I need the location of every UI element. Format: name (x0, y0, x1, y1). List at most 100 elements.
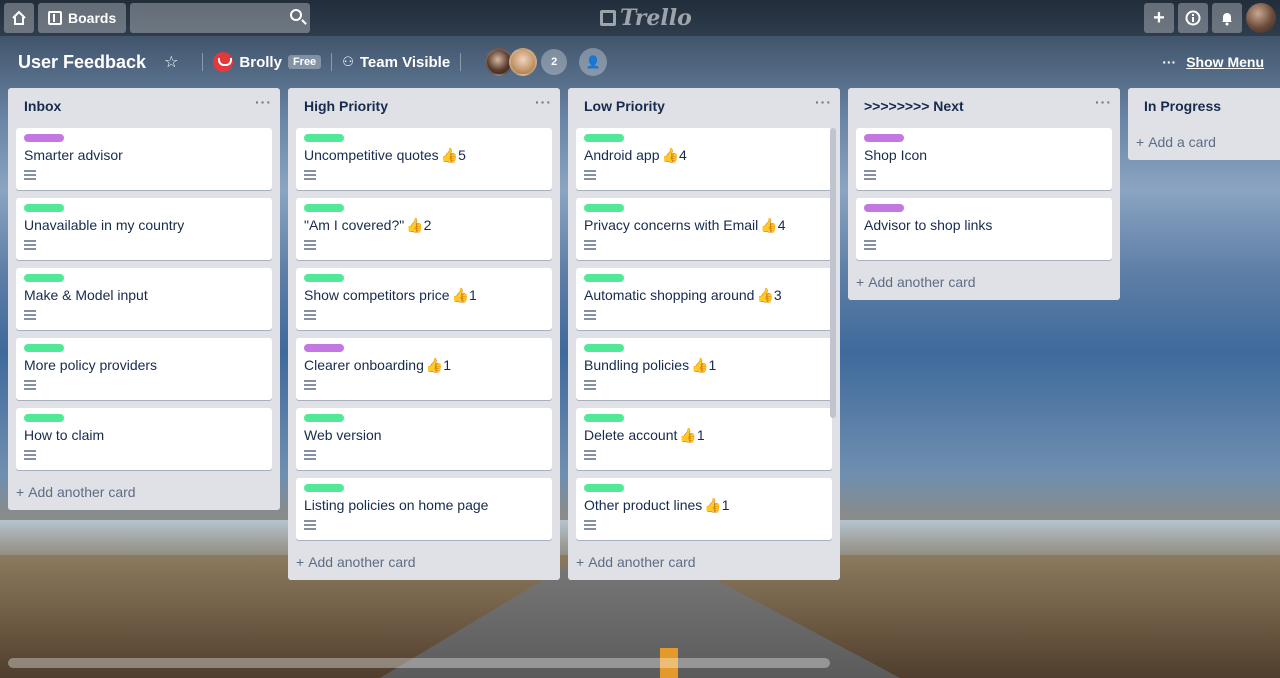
member-avatar[interactable] (509, 48, 538, 76)
card-label-green[interactable] (304, 484, 344, 492)
card[interactable]: "Am I covered?" 👍2 (296, 198, 552, 260)
card-title-text: Clearer onboarding (304, 357, 424, 373)
card[interactable]: Unavailable in my country (16, 198, 272, 260)
card-label-green[interactable] (304, 274, 344, 282)
boards-label: Boards (68, 10, 117, 26)
card-label-green[interactable] (24, 204, 64, 212)
list-title[interactable]: Inbox (24, 98, 61, 126)
boards-button[interactable]: Boards (38, 3, 127, 33)
card-label-green[interactable] (584, 274, 624, 282)
list-2[interactable]: Low Priority ··· Android app 👍4 Privacy conc… (568, 88, 840, 580)
card[interactable]: Automatic shopping around 👍3 (576, 268, 832, 330)
card-label-purple[interactable] (304, 344, 344, 352)
list-3[interactable]: >>>>>>>> Next ··· Shop Icon Advisor to shop… (848, 88, 1120, 300)
member-count-badge[interactable]: 2 (541, 49, 568, 75)
trello-logo[interactable]: Trello (600, 5, 692, 31)
card[interactable]: Other product lines 👍1 (576, 478, 832, 540)
card-label-purple[interactable] (24, 134, 64, 142)
create-button[interactable]: + (1144, 3, 1174, 33)
add-card-button[interactable]: + Add another card (8, 478, 280, 504)
card[interactable]: Android app 👍4 (576, 128, 832, 190)
list-4[interactable]: In Progress + Add a card (1128, 88, 1280, 160)
card-label-green[interactable] (304, 414, 344, 422)
notifications-button[interactable] (1212, 3, 1242, 33)
list-menu-icon[interactable]: ··· (815, 94, 832, 126)
board-title[interactable]: User Feedback (18, 52, 146, 73)
list-title[interactable]: Low Priority (584, 98, 665, 126)
card-label-green[interactable] (24, 274, 64, 282)
card-label-green[interactable] (304, 204, 344, 212)
show-menu-button[interactable]: ··· Show Menu (1162, 54, 1264, 70)
invite-member-button[interactable]: 👤 (579, 48, 608, 76)
card-label-green[interactable] (584, 484, 624, 492)
card-label-green[interactable] (24, 344, 64, 352)
list-0[interactable]: Inbox ··· Smarter advisor Unavailable in my… (8, 88, 280, 510)
card-title: Web version (304, 426, 544, 444)
card-label-green[interactable] (24, 414, 64, 422)
card-list: Android app 👍4 Privacy concerns with Email… (568, 126, 840, 540)
card-label-green[interactable] (584, 344, 624, 352)
card[interactable]: Show competitors price 👍1 (296, 268, 552, 330)
add-card-button[interactable]: + Add another card (288, 548, 560, 574)
card[interactable]: Privacy concerns with Email 👍4 (576, 198, 832, 260)
list-title[interactable]: High Priority (304, 98, 388, 126)
card-label-green[interactable] (584, 134, 624, 142)
card-label-purple[interactable] (864, 204, 904, 212)
user-avatar[interactable] (1246, 3, 1276, 33)
card[interactable]: Delete account 👍1 (576, 408, 832, 470)
card-title: Show competitors price 👍1 (304, 286, 544, 304)
visibility-button[interactable]: Team Visible (360, 54, 450, 71)
plus-icon: + (1153, 7, 1165, 29)
card-label-green[interactable] (304, 134, 344, 142)
home-button[interactable] (4, 3, 34, 33)
card-title: Automatic shopping around 👍3 (584, 286, 824, 304)
description-icon (304, 450, 316, 460)
card-title-text: Web version (304, 427, 382, 443)
star-icon[interactable]: ☆ (164, 52, 178, 72)
list-menu-icon[interactable]: ··· (1095, 94, 1112, 126)
card-label-green[interactable] (584, 414, 624, 422)
add-card-label: Add another card (588, 554, 696, 570)
description-icon (584, 380, 596, 390)
card-title-text: Bundling policies (584, 357, 690, 373)
card[interactable]: Advisor to shop links (856, 198, 1112, 260)
board-lists: Inbox ··· Smarter advisor Unavailable in my… (8, 88, 1280, 580)
search-input[interactable] (130, 3, 311, 33)
add-card-label: Add another card (868, 274, 976, 290)
card[interactable]: Smarter advisor (16, 128, 272, 190)
card-title: Clearer onboarding 👍1 (304, 356, 544, 374)
search-icon (290, 9, 303, 21)
horizontal-scrollbar[interactable] (8, 658, 830, 668)
card-title: Unavailable in my country (24, 216, 264, 234)
list-1[interactable]: High Priority ··· Uncompetitive quotes 👍5 "A… (288, 88, 560, 580)
card[interactable]: Make & Model input (16, 268, 272, 330)
vote-count: 👍3 (756, 287, 782, 303)
list-title[interactable]: In Progress (1144, 98, 1221, 126)
card[interactable]: Listing policies on home page (296, 478, 552, 540)
card[interactable]: Uncompetitive quotes 👍5 (296, 128, 552, 190)
card[interactable]: Shop Icon (856, 128, 1112, 190)
card[interactable]: Clearer onboarding 👍1 (296, 338, 552, 400)
team-name[interactable]: Brolly (239, 54, 282, 71)
list-menu-icon[interactable]: ··· (255, 94, 272, 126)
list-menu-icon[interactable]: ··· (535, 94, 552, 126)
add-card-button[interactable]: + Add another card (848, 268, 1120, 294)
card[interactable]: Web version (296, 408, 552, 470)
description-icon (304, 520, 316, 530)
card-label-green[interactable] (584, 204, 624, 212)
list-scrollbar[interactable] (830, 128, 836, 418)
add-card-button[interactable]: + Add a card (1128, 128, 1280, 154)
more-icon: ··· (1162, 54, 1177, 70)
description-icon (584, 310, 596, 320)
card-title-text: Android app (584, 147, 660, 163)
card-title-text: Automatic shopping around (584, 287, 755, 303)
add-card-button[interactable]: + Add another card (568, 548, 840, 574)
card[interactable]: Bundling policies 👍1 (576, 338, 832, 400)
card-label-purple[interactable] (864, 134, 904, 142)
card-title-text: Advisor to shop links (864, 217, 993, 233)
info-button[interactable] (1178, 3, 1208, 33)
list-title[interactable]: >>>>>>>> Next (864, 98, 964, 126)
card[interactable]: How to claim (16, 408, 272, 470)
vote-count: 👍4 (661, 147, 687, 163)
card[interactable]: More policy providers (16, 338, 272, 400)
